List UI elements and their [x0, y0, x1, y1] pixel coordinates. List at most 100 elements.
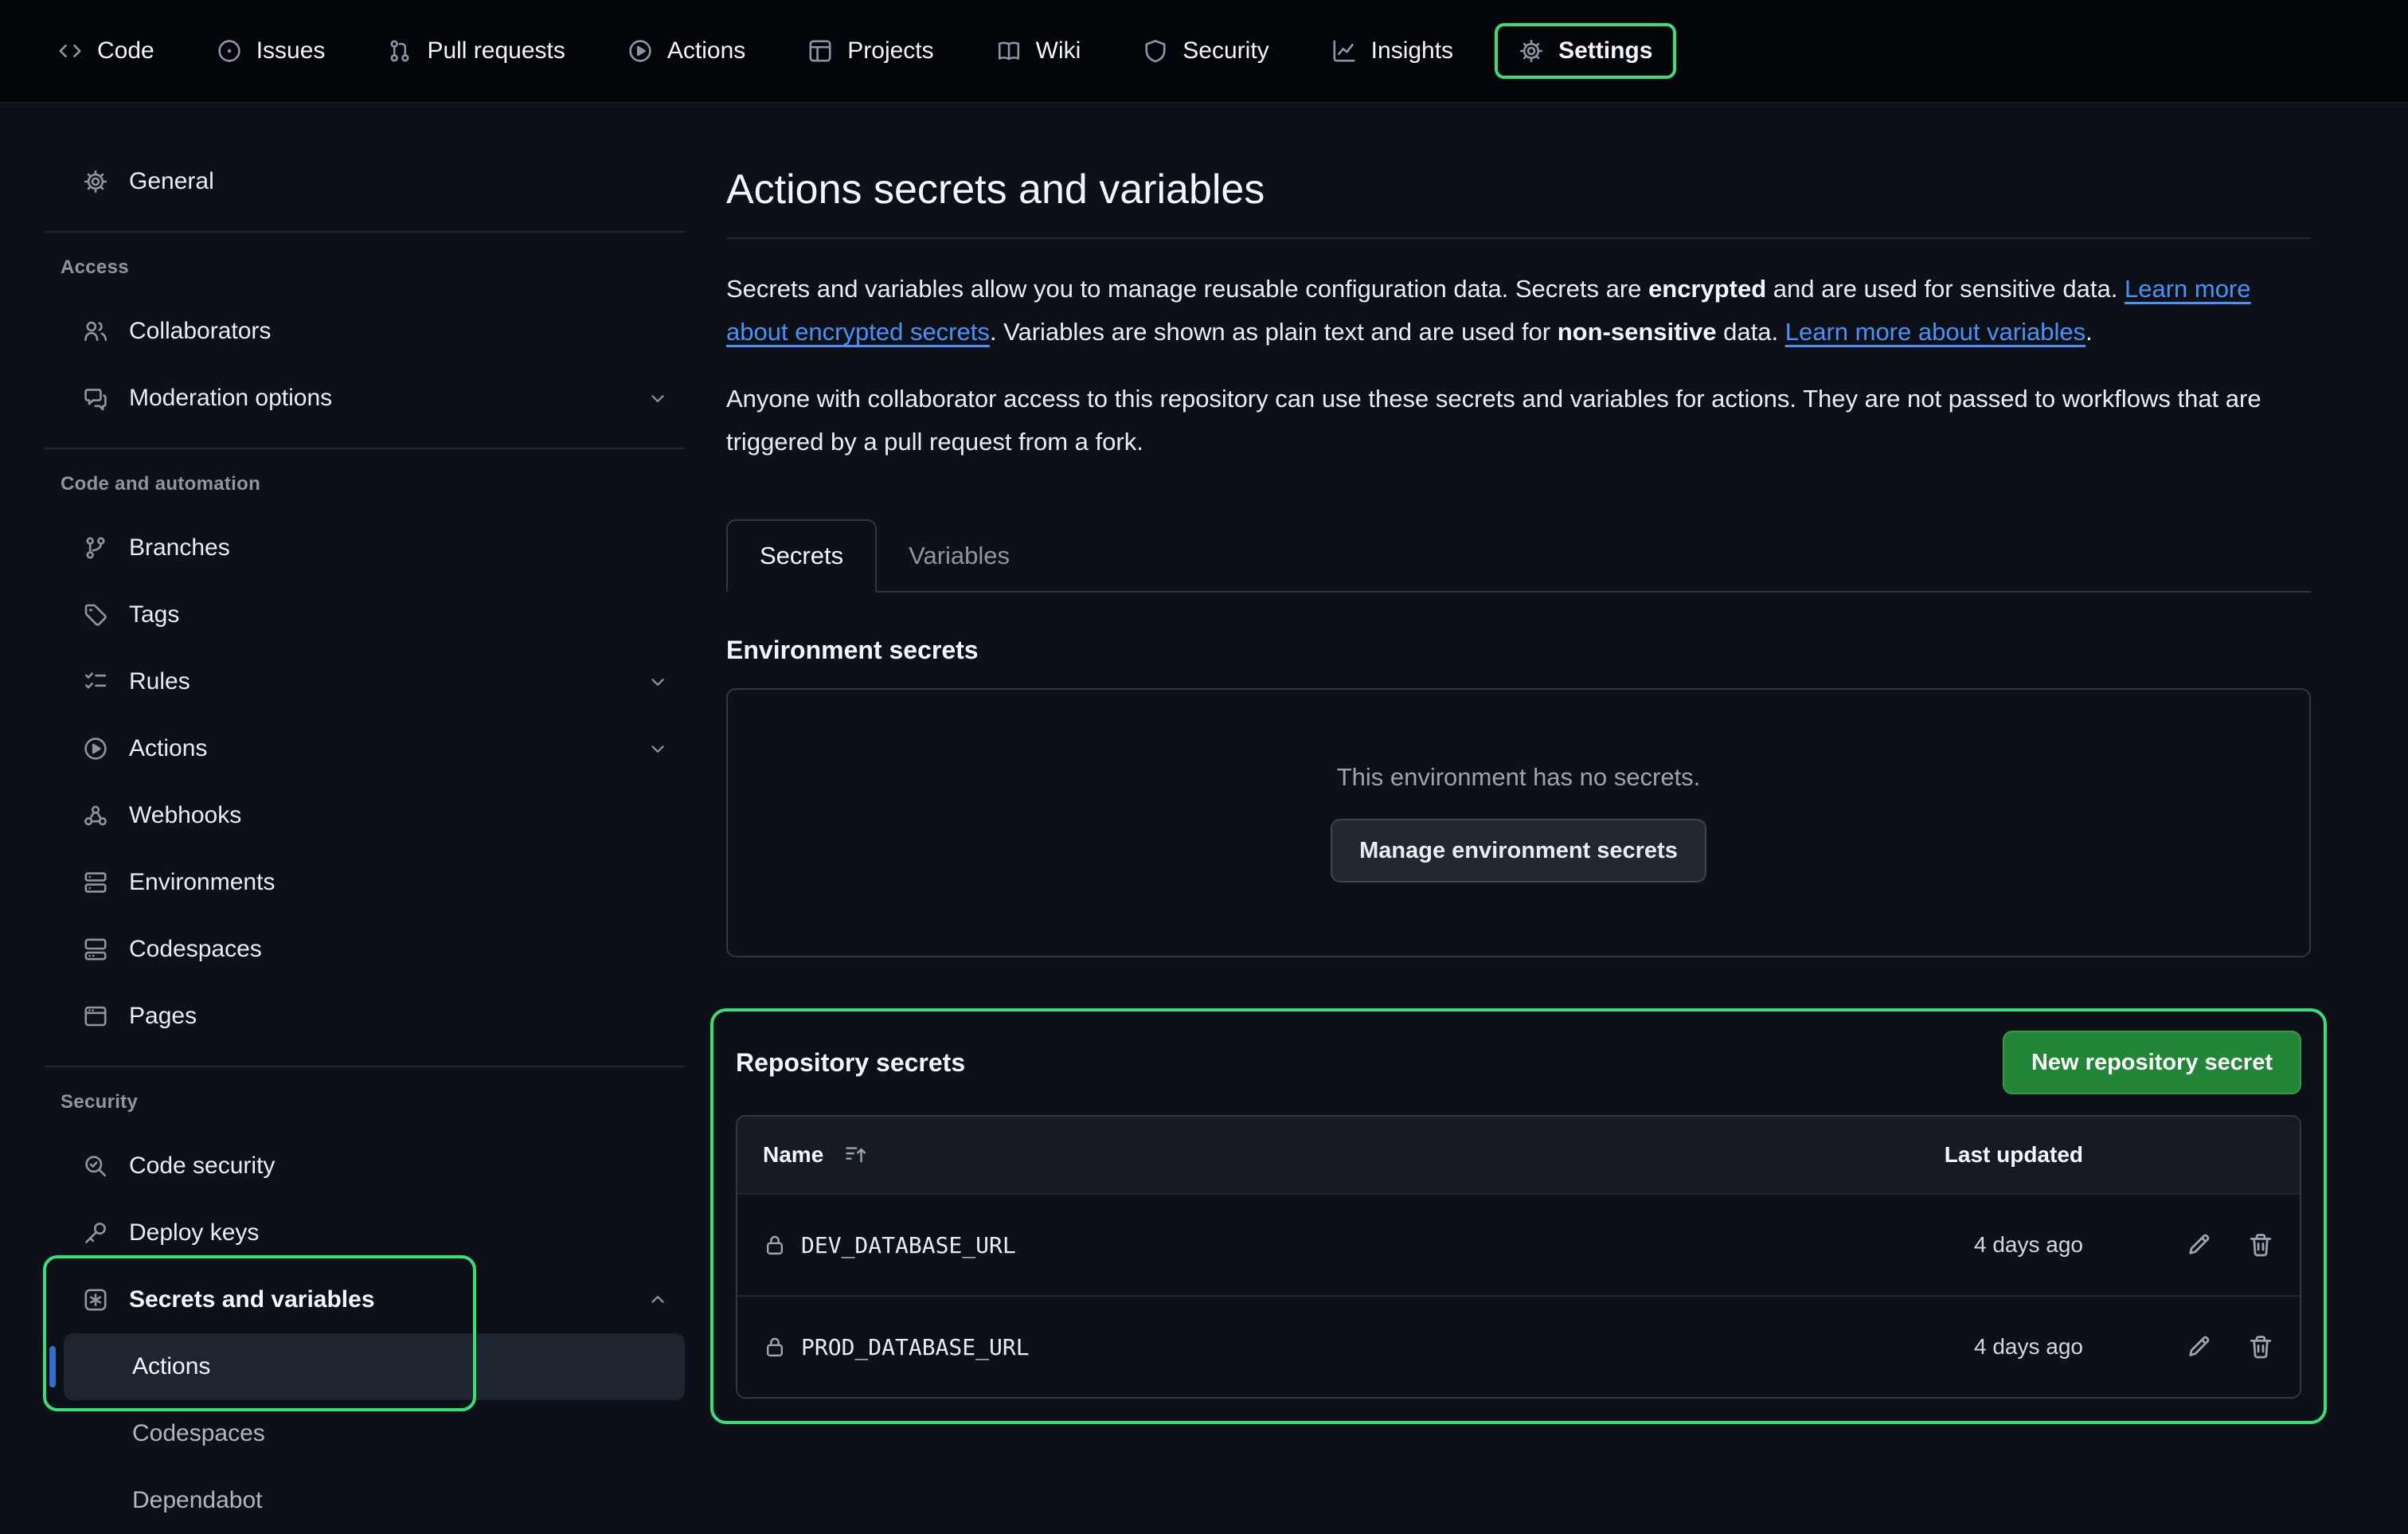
- sidebar-item-secrets-and-variables[interactable]: Secrets and variables: [45, 1266, 685, 1333]
- repository-secrets-section: Repository secrets New repository secret…: [710, 1008, 2327, 1424]
- secret-last-updated: 4 days ago: [1828, 1334, 2083, 1360]
- sidebar-item-webhooks[interactable]: Webhooks: [45, 782, 685, 849]
- intro-bold-non-sensitive: non-sensitive: [1558, 318, 1717, 346]
- codescan-icon: [83, 1153, 108, 1179]
- sidebar-item-moderation-options[interactable]: Moderation options: [45, 365, 685, 432]
- sidebar-item-label: Tags: [129, 601, 179, 628]
- pencil-icon: [2185, 1231, 2212, 1258]
- repository-secrets-header: Repository secrets New repository secret: [736, 1031, 2301, 1094]
- intro-text: .: [2086, 318, 2093, 346]
- secret-row: DEV_DATABASE_URL 4 days ago: [737, 1193, 2300, 1295]
- nav-tab-issues[interactable]: Issues: [196, 26, 346, 76]
- nav-tab-insights[interactable]: Insights: [1311, 26, 1474, 76]
- trash-icon: [2247, 1333, 2274, 1360]
- sidebar-section-title: Security: [61, 1091, 685, 1113]
- delete-secret-button[interactable]: [2247, 1333, 2274, 1360]
- tab-variables[interactable]: Variables: [877, 521, 1042, 591]
- edit-secret-button[interactable]: [2185, 1231, 2212, 1258]
- selected-indicator: [49, 1346, 56, 1387]
- play-icon: [83, 736, 108, 761]
- book-icon: [996, 38, 1022, 64]
- sidebar-item-general[interactable]: General: [45, 148, 685, 215]
- chevron-down-icon: [647, 738, 669, 760]
- sidebar-item-label: Collaborators: [129, 318, 271, 345]
- delete-secret-button[interactable]: [2247, 1231, 2274, 1258]
- nav-tab-label: Projects: [847, 37, 933, 65]
- asterisk-box-icon: [83, 1287, 108, 1313]
- environment-secrets-heading: Environment secrets: [726, 634, 2311, 666]
- sidebar-subitem-dependabot[interactable]: Dependabot: [64, 1467, 685, 1534]
- intro-bold-encrypted: encrypted: [1648, 275, 1766, 303]
- settings-content: Actions secrets and variables Secrets an…: [726, 104, 2408, 1534]
- rules-icon: [83, 669, 108, 695]
- lock-icon: [763, 1335, 787, 1359]
- graph-icon: [1331, 38, 1357, 64]
- sidebar-subitem-label: Codespaces: [132, 1420, 265, 1447]
- environment-secrets-empty-state: This environment has no secrets. Manage …: [726, 688, 2311, 957]
- nav-tab-settings[interactable]: Settings: [1495, 23, 1676, 79]
- new-repository-secret-button[interactable]: New repository secret: [2003, 1031, 2301, 1094]
- divider: [45, 231, 685, 233]
- sidebar-item-actions[interactable]: Actions: [45, 715, 685, 782]
- manage-environment-secrets-button[interactable]: Manage environment secrets: [1331, 819, 1706, 882]
- repository-secrets-heading: Repository secrets: [736, 1047, 965, 1078]
- sidebar-item-code-security[interactable]: Code security: [45, 1133, 685, 1199]
- edit-secret-button[interactable]: [2185, 1333, 2212, 1360]
- sidebar-item-label: Webhooks: [129, 802, 241, 829]
- nav-tab-wiki[interactable]: Wiki: [975, 26, 1102, 76]
- people-icon: [83, 319, 108, 344]
- shield-icon: [1143, 38, 1168, 64]
- sidebar-subitem-label: Actions: [132, 1353, 210, 1380]
- sidebar-item-tags[interactable]: Tags: [45, 581, 685, 648]
- sidebar-item-environments[interactable]: Environments: [45, 849, 685, 916]
- chevron-down-icon: [647, 671, 669, 693]
- sidebar-item-branches[interactable]: Branches: [45, 515, 685, 581]
- nav-tab-pull-requests[interactable]: Pull requests: [366, 26, 585, 76]
- name-column-header[interactable]: Name: [763, 1142, 823, 1168]
- sidebar-item-deploy-keys[interactable]: Deploy keys: [45, 1199, 685, 1266]
- nav-tab-code[interactable]: Code: [37, 26, 175, 76]
- key-icon: [83, 1220, 108, 1246]
- nav-tab-label: Settings: [1558, 37, 1652, 65]
- nav-tab-actions[interactable]: Actions: [607, 26, 766, 76]
- repo-nav: Code Issues Pull requests Actions Projec…: [0, 0, 2408, 104]
- secret-row: PROD_DATABASE_URL 4 days ago: [737, 1295, 2300, 1397]
- sidebar-item-label: Environments: [129, 869, 275, 896]
- nav-tab-label: Code: [97, 37, 154, 65]
- tag-icon: [83, 602, 108, 628]
- empty-state-text: This environment has no secrets.: [1337, 763, 1701, 792]
- sidebar-item-rules[interactable]: Rules: [45, 648, 685, 715]
- issue-opened-icon: [217, 38, 242, 64]
- fork-note-paragraph: Anyone with collaborator access to this …: [726, 378, 2311, 464]
- trash-icon: [2247, 1231, 2274, 1258]
- sidebar-item-pages[interactable]: Pages: [45, 983, 685, 1050]
- nav-tab-label: Issues: [256, 37, 326, 65]
- intro-text: Secrets and variables allow you to manag…: [726, 275, 1648, 303]
- page-title: Actions secrets and variables: [726, 164, 2311, 215]
- sidebar-section-title: Access: [61, 256, 685, 279]
- sidebar-item-label: General: [129, 168, 214, 195]
- sidebar-subitem-actions[interactable]: Actions: [64, 1333, 685, 1400]
- sidebar-subitem-codespaces[interactable]: Codespaces: [64, 1400, 685, 1467]
- sidebar-item-collaborators[interactable]: Collaborators: [45, 298, 685, 365]
- sidebar-item-label: Deploy keys: [129, 1219, 259, 1246]
- tab-secrets[interactable]: Secrets: [726, 519, 877, 593]
- gear-icon: [1519, 38, 1544, 64]
- repo-nav-tabs: Code Issues Pull requests Actions Projec…: [37, 23, 1676, 79]
- nav-tab-security[interactable]: Security: [1122, 26, 1289, 76]
- secret-name: PROD_DATABASE_URL: [801, 1334, 1030, 1360]
- sidebar-item-codespaces[interactable]: Codespaces: [45, 916, 685, 983]
- nav-tab-projects[interactable]: Projects: [787, 26, 954, 76]
- codespaces-icon: [83, 937, 108, 962]
- nav-tab-label: Pull requests: [427, 37, 565, 65]
- table-icon: [807, 38, 833, 64]
- sidebar-section-title: Code and automation: [61, 473, 685, 495]
- sort-ascending-icon[interactable]: [844, 1143, 868, 1167]
- chevron-down-icon: [647, 387, 669, 409]
- chevron-up-icon: [647, 1289, 669, 1311]
- lock-icon: [763, 1233, 787, 1257]
- pencil-icon: [2185, 1333, 2212, 1360]
- link-variables[interactable]: Learn more about variables: [1785, 318, 2086, 346]
- intro-text: . Variables are shown as plain text and …: [990, 318, 1558, 346]
- last-updated-column-header: Last updated: [1828, 1142, 2083, 1168]
